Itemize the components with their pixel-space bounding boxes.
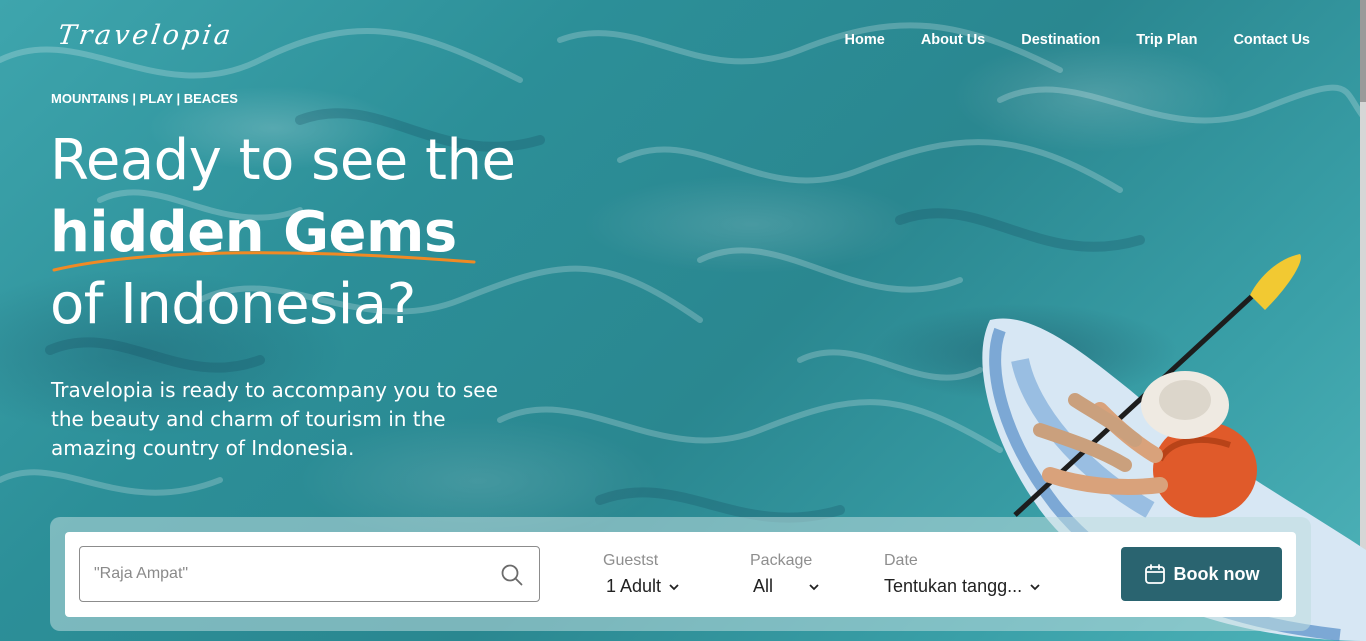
destination-search-input[interactable] [94,565,474,583]
search-icon[interactable] [501,564,523,586]
hero-subtitle: Travelopia is ready to accompany you to … [51,378,498,460]
nav-contact-us[interactable]: Contact Us [1233,32,1310,48]
nav-about-us[interactable]: About Us [921,32,985,48]
chevron-down-icon [1030,583,1040,590]
hero-tagline: MOUNTAINS | PLAY | BEACES [51,91,238,106]
headline-line-1: Ready to see the [50,128,516,193]
chevron-down-icon [809,583,819,590]
date-label: Date [884,552,918,569]
chevron-down-icon [669,583,679,590]
nav-trip-plan[interactable]: Trip Plan [1136,32,1197,48]
guests-value: 1 Adult [606,576,662,596]
nav-home[interactable]: Home [845,32,885,48]
package-select[interactable]: All [753,576,819,597]
book-now-button[interactable]: Book now [1121,547,1282,601]
guests-label: Guestst [603,552,659,569]
headline-underline [52,251,476,272]
destination-search-box[interactable] [79,546,540,602]
guests-select[interactable]: 1 Adult [606,576,679,597]
book-now-label: Book now [1173,563,1260,584]
headline-line-3: of Indonesia? [50,272,416,337]
main-nav: Home About Us Destination Trip Plan Cont… [845,32,1310,48]
brand-logo[interactable]: Travelopia [56,20,236,51]
package-value: All [753,576,774,596]
date-select[interactable]: Tentukan tangg... [884,576,1040,597]
package-label: Package [750,552,813,569]
date-value: Tentukan tangg... [884,576,1023,596]
hero-headline: Ready to see the hidden Gems of Indonesi… [50,125,516,341]
nav-destination[interactable]: Destination [1021,32,1100,48]
scrollbar-thumb[interactable] [1360,0,1366,102]
calendar-icon [1144,564,1165,584]
